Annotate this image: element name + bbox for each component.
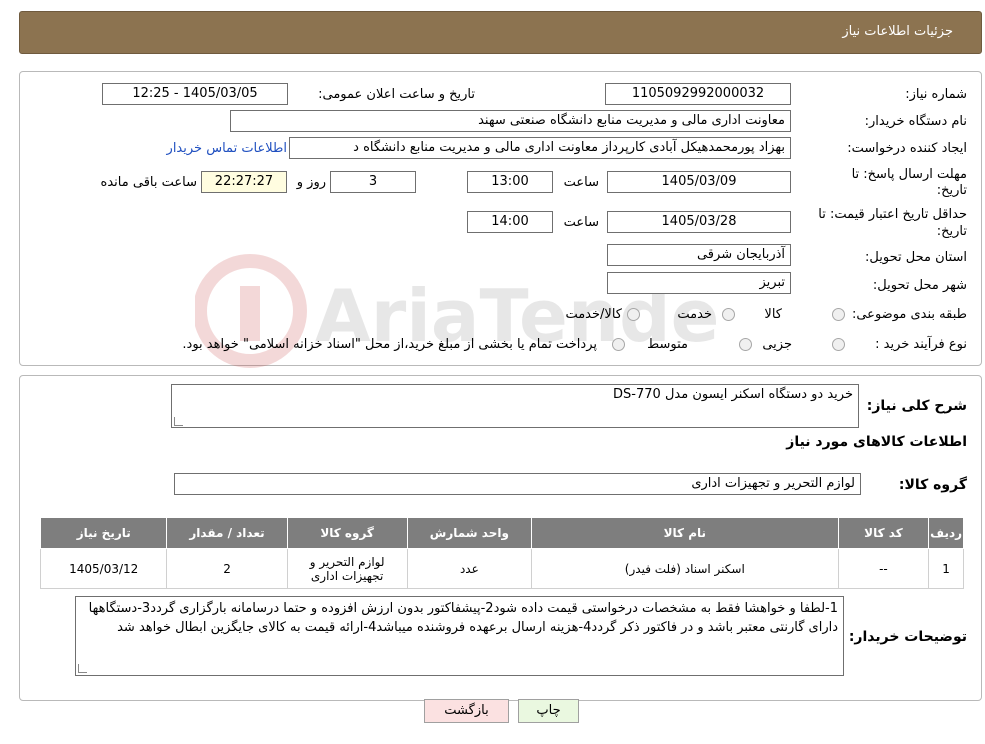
deadline-date-field: 1405/03/09 — [607, 171, 791, 193]
category-goods-label: کالا — [764, 307, 782, 322]
goods-table-wrap: ردیف کد کالا نام کالا واحد شمارش گروه کا… — [39, 517, 964, 589]
province-label: استان محل تحویل: — [865, 250, 967, 265]
remaining-time-field: 22:27:27 — [201, 171, 287, 193]
city-field: تبریز — [607, 272, 791, 294]
category-goods-service-label: کالا/خدمت — [565, 307, 622, 322]
cell-quantity: 2 — [166, 548, 288, 589]
buyer-notes-text: 1-لطفا و خواهشا فقط به مشخصات درخواستی ق… — [88, 601, 838, 635]
goods-group-field: لوازم التحریر و تجهیزات اداری — [174, 473, 861, 495]
back-button[interactable]: بازگشت — [424, 699, 509, 723]
page-title: جزئیات اطلاعات نیاز — [842, 24, 953, 39]
purchase-note: پرداخت تمام یا بخشی از مبلغ خرید،از محل … — [182, 337, 597, 352]
buyer-contact-link[interactable]: اطلاعات تماس خریدار — [167, 141, 287, 156]
validity-label-2: تاریخ: — [936, 224, 967, 239]
resize-grip-icon[interactable] — [174, 417, 183, 426]
purchase-type-label: نوع فرآیند خرید : — [875, 337, 967, 352]
col-goods-group: گروه کالا — [286, 517, 408, 549]
need-number-label: شماره نیاز: — [905, 87, 967, 102]
category-label: طبقه بندی موضوعی: — [851, 307, 967, 322]
days-label: روز و — [296, 175, 326, 190]
category-radio-service[interactable] — [722, 308, 735, 321]
category-service-label: خدمت — [677, 307, 712, 322]
announce-field: 1405/03/05 - 12:25 — [102, 83, 288, 105]
cell-unit: عدد — [406, 548, 533, 589]
province-field: آذربایجان شرقی — [607, 244, 791, 266]
resize-grip-icon[interactable] — [78, 664, 87, 673]
deadline-label-2: تاریخ: — [936, 183, 967, 198]
deadline-time-label: ساعت — [563, 175, 599, 190]
goods-info-title: اطلاعات کالاهای مورد نیاز — [786, 434, 967, 450]
purchase-radio-medium[interactable] — [739, 338, 752, 351]
purchase-radio-treasury[interactable] — [612, 338, 625, 351]
col-row-number: ردیف — [928, 517, 964, 549]
buyer-org-field: معاونت اداری مالی و مدیریت منابع دانشگاه… — [230, 110, 791, 132]
summary-text: خرید دو دستگاه اسکنر ایسون مدل DS-770 — [613, 387, 853, 402]
col-unit: واحد شمارش — [406, 517, 533, 549]
buyer-notes-label: توضیحات خریدار: — [848, 629, 967, 645]
announce-label: تاریخ و ساعت اعلان عمومی: — [318, 87, 475, 102]
col-quantity: تعداد / مقدار — [166, 517, 288, 549]
summary-textarea: خرید دو دستگاه اسکنر ایسون مدل DS-770 — [171, 384, 859, 428]
goods-group-label: گروه کالا: — [898, 477, 967, 493]
purchase-medium-label: متوسط — [647, 337, 688, 352]
page-header: جزئیات اطلاعات نیاز — [19, 11, 982, 54]
buyer-org-label: نام دستگاه خریدار: — [864, 114, 967, 129]
deadline-time-field: 13:00 — [467, 171, 553, 193]
validity-time-label: ساعت — [563, 215, 599, 230]
table-row: 1 -- اسکنر اسناد (فلت فیدر) عدد لوازم ال… — [39, 548, 964, 589]
validity-label: حداقل تاریخ اعتبار قیمت: تا — [818, 207, 967, 222]
city-label: شهر محل تحویل: — [872, 278, 967, 293]
summary-label: شرح کلی نیاز: — [866, 398, 967, 414]
creator-label: ایجاد کننده درخواست: — [847, 141, 967, 156]
category-radio-goods[interactable] — [832, 308, 845, 321]
remaining-label: ساعت باقی مانده — [100, 175, 197, 190]
days-remaining-field: 3 — [330, 171, 416, 193]
goods-table: ردیف کد کالا نام کالا واحد شمارش گروه کا… — [39, 517, 964, 589]
col-need-date: تاریخ نیاز — [39, 517, 168, 549]
need-number-field: 1105092992000032 — [605, 83, 791, 105]
deadline-label: مهلت ارسال پاسخ: تا — [851, 167, 967, 182]
col-goods-code: کد کالا — [837, 517, 930, 549]
purchase-minor-label: جزیی — [762, 337, 792, 352]
cell-row-number: 1 — [928, 548, 964, 589]
cell-goods-name: اسکنر اسناد (فلت فیدر) — [531, 548, 839, 589]
col-goods-name: نام کالا — [531, 517, 839, 549]
creator-field: بهزاد پورمحمدهیکل آبادی کارپرداز معاونت … — [289, 137, 791, 159]
table-header-row: ردیف کد کالا نام کالا واحد شمارش گروه کا… — [39, 517, 964, 549]
validity-time-field: 14:00 — [467, 211, 553, 233]
buyer-notes-textarea: 1-لطفا و خواهشا فقط به مشخصات درخواستی ق… — [75, 596, 844, 676]
cell-goods-group: لوازم التحریر و تجهیزات اداری — [286, 548, 408, 589]
validity-date-field: 1405/03/28 — [607, 211, 791, 233]
print-button[interactable]: چاپ — [518, 699, 579, 723]
cell-goods-code: -- — [837, 548, 930, 589]
category-radio-goods-service[interactable] — [627, 308, 640, 321]
cell-need-date: 1405/03/12 — [39, 548, 168, 589]
purchase-radio-minor[interactable] — [832, 338, 845, 351]
